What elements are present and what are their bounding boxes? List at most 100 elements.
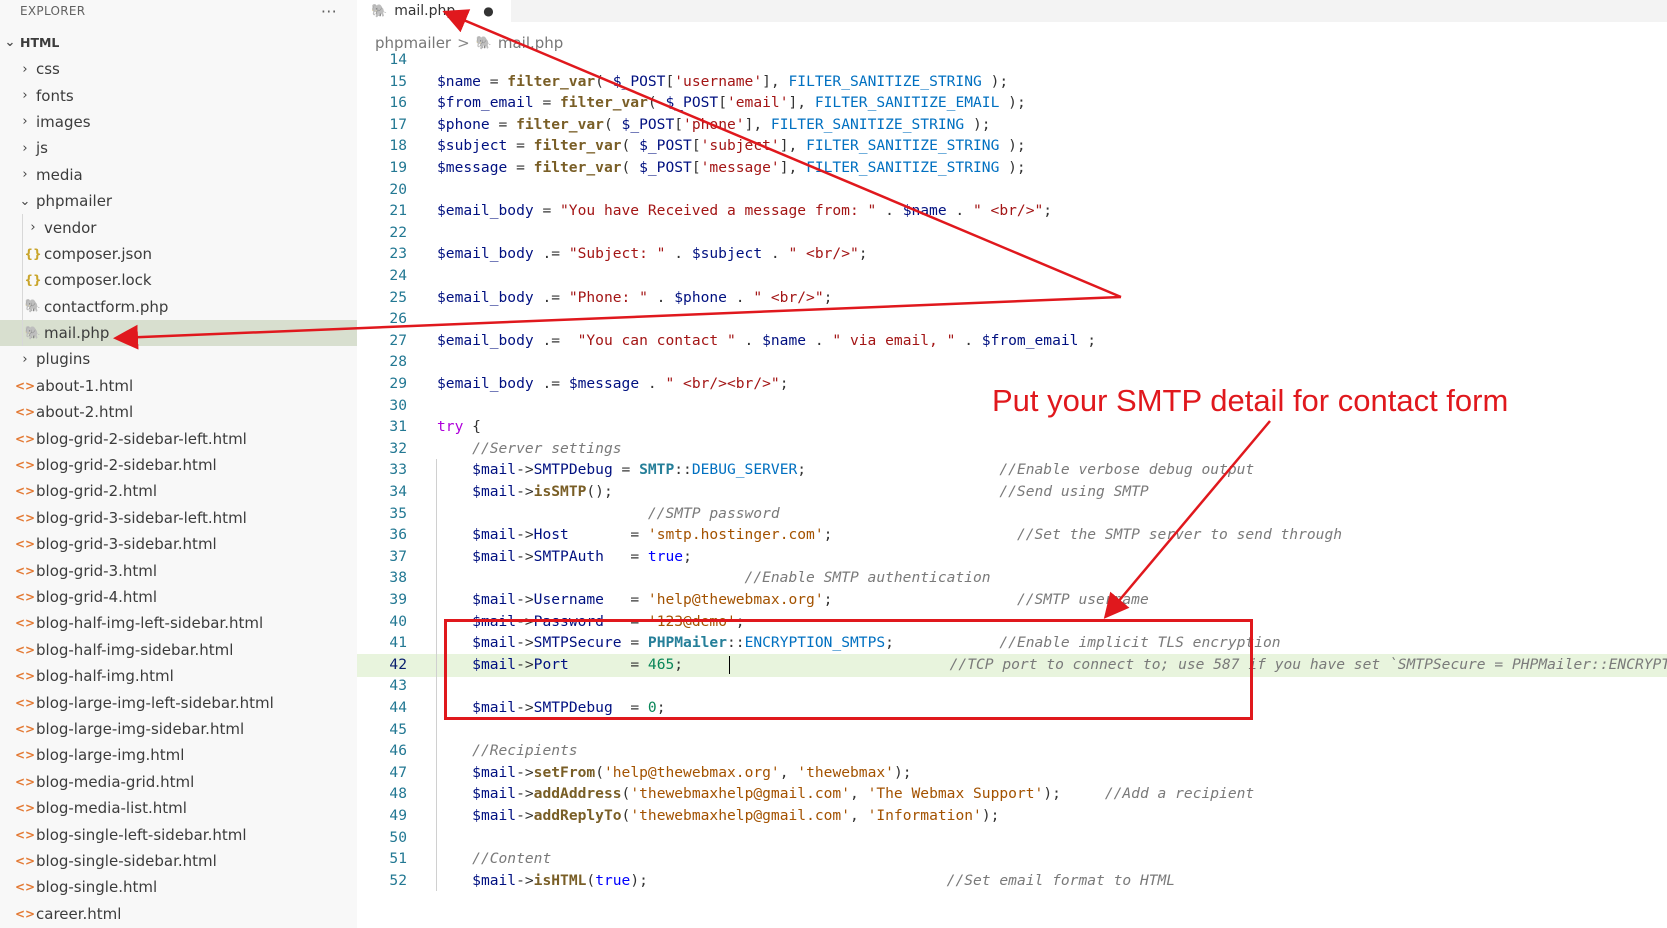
tree-item-label: blog-grid-3-sidebar.html bbox=[36, 535, 217, 554]
code-token: SMTPDebug bbox=[533, 699, 613, 716]
tree-item[interactable]: 🐘 mail.php bbox=[0, 319, 357, 347]
code-editor[interactable]: 14 15 $name = filter_var( $_POST['username… bbox=[357, 52, 1667, 928]
tree-item[interactable]: › js bbox=[0, 135, 357, 161]
code-line[interactable]: 17 $phone = filter_var( $_POST['phone'], … bbox=[357, 114, 1667, 137]
code-line[interactable]: 50 bbox=[357, 827, 1667, 850]
code-text: $email_body = "You have Received a messa… bbox=[437, 200, 1052, 223]
code-line[interactable]: 21 $email_body = "You have Received a mes… bbox=[357, 200, 1667, 223]
tree-item[interactable]: › images bbox=[0, 109, 357, 135]
code-token: ], bbox=[788, 94, 815, 112]
code-line[interactable]: 51 //Content bbox=[357, 848, 1667, 871]
code-token: (); bbox=[586, 483, 1000, 500]
tree-item[interactable]: <> career.html bbox=[0, 901, 357, 927]
code-line[interactable]: 19 $message = filter_var( $_POST['message… bbox=[357, 157, 1667, 180]
code-line[interactable]: 14 bbox=[357, 52, 1667, 72]
tree-item[interactable]: <> blog-grid-3.html bbox=[0, 557, 357, 583]
tree-item[interactable]: <> blog-single-left-sidebar.html bbox=[0, 821, 357, 847]
code-line[interactable]: 44 $mail->SMTPDebug = 0; bbox=[357, 697, 1667, 720]
code-line[interactable]: 31 try { bbox=[357, 416, 1667, 439]
tree-item[interactable]: 🐘 contactform.php bbox=[0, 293, 357, 320]
code-line[interactable]: 24 bbox=[357, 265, 1667, 288]
folder-section-html[interactable]: ⌄ HTML bbox=[0, 31, 357, 53]
tree-item[interactable]: <> blog-grid-2-sidebar.html bbox=[0, 452, 357, 478]
code-line[interactable]: 47 $mail->setFrom('help@thewebmax.org', … bbox=[357, 762, 1667, 785]
code-line[interactable]: 18 $subject = filter_var( $_POST['subject… bbox=[357, 135, 1667, 158]
breadcrumb-folder[interactable]: phpmailer bbox=[375, 34, 451, 52]
code-line[interactable]: 36 $mail->Host = 'smtp.hostinger.com'; /… bbox=[357, 524, 1667, 547]
tree-item[interactable]: <> blog-grid-2.html bbox=[0, 478, 357, 504]
tree-item[interactable]: › plugins bbox=[0, 346, 357, 372]
more-actions-icon[interactable]: ··· bbox=[321, 2, 337, 21]
tree-item[interactable]: <> blog-large-img-sidebar.html bbox=[0, 716, 357, 742]
line-number: 27 bbox=[389, 331, 407, 349]
code-token: $email_body bbox=[437, 202, 534, 220]
code-line[interactable]: 32 //Server settings bbox=[357, 438, 1667, 461]
tree-item[interactable]: {} composer.json bbox=[0, 240, 357, 268]
tree-item[interactable]: <> blog-grid-3-sidebar.html bbox=[0, 531, 357, 557]
code-line[interactable]: 49 $mail->addReplyTo('thewebmaxhelp@gmai… bbox=[357, 805, 1667, 828]
tree-item[interactable]: › css bbox=[0, 56, 357, 82]
code-line[interactable]: 40 $mail->Password = '123@demo'; bbox=[357, 611, 1667, 634]
code-line[interactable]: 20 bbox=[357, 179, 1667, 202]
code-line[interactable]: 42 $mail->Port = 465; //TCP port to conn… bbox=[357, 653, 1667, 677]
tree-item[interactable]: <> blog-grid-4.html bbox=[0, 584, 357, 610]
tree-item-label: contactform.php bbox=[44, 297, 169, 316]
tree-item-label: media bbox=[36, 165, 83, 184]
code-token: -> bbox=[516, 461, 534, 479]
code-line[interactable]: 41 $mail->SMTPSecure = PHPMailer::ENCRYP… bbox=[357, 632, 1667, 655]
html-file-icon: <> bbox=[14, 537, 36, 552]
code-line[interactable]: 25 $email_body .= "Phone: " . $phone . " … bbox=[357, 287, 1667, 310]
chevron-right-icon: › bbox=[22, 88, 28, 104]
tree-item[interactable]: <> blog-single-sidebar.html bbox=[0, 848, 357, 874]
unsaved-dot-icon[interactable]: ● bbox=[483, 4, 493, 18]
code-token: .= bbox=[533, 245, 569, 263]
code-line[interactable]: 39 $mail->Username = 'help@thewebmax.org… bbox=[357, 589, 1667, 612]
code-line[interactable]: 43 bbox=[357, 675, 1667, 698]
tree-item[interactable]: <> blog-large-img-left-sidebar.html bbox=[0, 689, 357, 715]
code-line[interactable]: 15 $name = filter_var( $_POST['username']… bbox=[357, 71, 1667, 94]
tree-item[interactable]: <> blog-half-img-sidebar.html bbox=[0, 637, 357, 663]
code-line[interactable]: 46 //Recipients bbox=[357, 740, 1667, 763]
tree-item[interactable]: <> blog-single.html bbox=[0, 874, 357, 900]
tree-item[interactable]: {} composer.lock bbox=[0, 267, 357, 294]
code-line[interactable]: 34 $mail->isSMTP(); //Send using SMTP bbox=[357, 481, 1667, 504]
tree-item[interactable]: › fonts bbox=[0, 82, 357, 108]
html-file-icon: <> bbox=[14, 431, 36, 446]
tree-item-label: blog-half-img-sidebar.html bbox=[36, 640, 234, 659]
tree-item[interactable]: › media bbox=[0, 162, 357, 188]
code-line[interactable]: 37 $mail->SMTPAuth = true; bbox=[357, 546, 1667, 569]
code-token: ( bbox=[586, 871, 596, 889]
php-file-icon: 🐘 bbox=[24, 325, 42, 341]
code-text: $mail->isHTML(true); //Set email format … bbox=[437, 870, 1175, 893]
tree-item[interactable]: <> about-1.html bbox=[0, 373, 357, 399]
code-line[interactable]: 45 bbox=[357, 719, 1667, 742]
tree-item[interactable]: <> blog-media-grid.html bbox=[0, 769, 357, 795]
tree-item[interactable]: <> blog-grid-2-sidebar-left.html bbox=[0, 425, 357, 451]
code-line[interactable]: 28 bbox=[357, 351, 1667, 374]
breadcrumb-file[interactable]: mail.php bbox=[498, 34, 563, 52]
tree-item[interactable]: <> blog-grid-3-sidebar-left.html bbox=[0, 505, 357, 531]
tree-item[interactable]: <> blog-half-img.html bbox=[0, 663, 357, 689]
code-token: { bbox=[463, 418, 481, 436]
json-file-icon: {} bbox=[24, 246, 42, 261]
tree-item[interactable]: <> blog-large-img.html bbox=[0, 742, 357, 768]
tree-item[interactable]: ⌄ phpmailer bbox=[0, 188, 357, 214]
code-line[interactable]: 48 $mail->addAddress('thewebmaxhelp@gmai… bbox=[357, 783, 1667, 806]
code-line[interactable]: 26 bbox=[357, 308, 1667, 331]
code-line[interactable]: 22 bbox=[357, 222, 1667, 245]
tab-mail-php[interactable]: 🐘 mail.php ● bbox=[357, 0, 511, 22]
tree-item[interactable]: <> blog-half-img-left-sidebar.html bbox=[0, 610, 357, 636]
tree-item[interactable]: › vendor bbox=[0, 214, 357, 241]
code-line[interactable]: 38 //Enable SMTP authentication bbox=[357, 567, 1667, 590]
code-line[interactable]: 52 $mail->isHTML(true); //Set email form… bbox=[357, 870, 1667, 893]
tree-item[interactable]: <> about-2.html bbox=[0, 399, 357, 425]
code-token: true bbox=[647, 547, 684, 565]
tree-item[interactable]: <> blog-media-list.html bbox=[0, 795, 357, 821]
code-line[interactable]: 16 $from_email = filter_var( $_POST['emai… bbox=[357, 92, 1667, 115]
code-line[interactable]: 33 $mail->SMTPDebug = SMTP::DEBUG_SERVER… bbox=[357, 459, 1667, 482]
code-line[interactable]: 27 $email_body .= "You can contact " . $n… bbox=[357, 330, 1667, 353]
code-line[interactable]: 35 //SMTP password bbox=[357, 503, 1667, 526]
code-line[interactable]: 23 $email_body .= "Subject: " . $subject … bbox=[357, 243, 1667, 266]
